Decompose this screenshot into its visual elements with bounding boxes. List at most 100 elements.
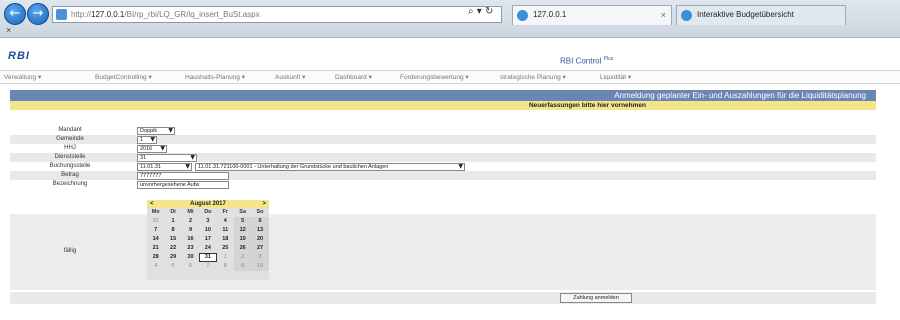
calendar-day[interactable]: 1 xyxy=(217,253,234,262)
calendar-day[interactable]: 2 xyxy=(182,217,199,226)
calendar-day[interactable]: 3 xyxy=(251,253,269,262)
url-path: /BI/rp_rbi/LQ_GR/lq_insert_BuSt.aspx xyxy=(124,10,260,19)
url-prefix: http:// xyxy=(71,10,92,19)
calendar-day[interactable]: 13 xyxy=(251,226,269,235)
calendar-prev-button[interactable]: < xyxy=(150,200,154,208)
weekday-so: So xyxy=(256,209,264,215)
calendar-day[interactable]: 23 xyxy=(182,244,199,253)
main-menu: Verwaltung ▾ BudgetControlling ▾ Haushal… xyxy=(0,70,900,84)
address-bar[interactable]: http://127.0.0.1/BI/rp_rbi/LQ_GR/lq_inse… xyxy=(52,6,502,23)
chevron-down-icon: ▼ xyxy=(150,136,155,143)
calendar-day[interactable]: 4 xyxy=(147,262,164,271)
calendar-day[interactable]: 5 xyxy=(233,217,252,226)
app-header: RBI RBI Control Plus xyxy=(0,38,900,70)
page-title: Anmeldung geplanter Ein- und Auszahlunge… xyxy=(10,90,876,101)
rbi-logo: RBI xyxy=(8,50,30,62)
url-host: 127.0.0.1 xyxy=(91,10,125,19)
menu-dashboard[interactable]: Dashboard ▾ xyxy=(335,73,372,81)
calendar-day[interactable]: 10 xyxy=(251,262,269,271)
dienststelle-value: 31 xyxy=(140,155,147,161)
calendar-day[interactable]: 29 xyxy=(164,253,181,262)
calendar-month: August 2017 xyxy=(190,201,226,207)
row-bezeichnung: Bezeichnung unvorhergesehene Aufw xyxy=(10,180,876,189)
forward-arrow-icon[interactable]: → xyxy=(27,3,49,25)
weekday-mi: Mi xyxy=(187,209,194,215)
calendar-day[interactable]: 27 xyxy=(251,244,269,253)
menu-forderungsbewertung[interactable]: Forderungsbewertung ▾ xyxy=(400,73,469,81)
calendar-day[interactable]: 11 xyxy=(217,226,234,235)
calendar-next-button[interactable]: > xyxy=(262,200,266,208)
calendar-header: < August 2017 > xyxy=(147,200,269,208)
calendar-day[interactable]: 16 xyxy=(182,235,199,244)
weekday-do: Do xyxy=(204,209,212,215)
menu-strategische-planung[interactable]: strategische Planung ▾ xyxy=(500,73,566,81)
calendar-day[interactable]: 6 xyxy=(182,262,199,271)
row-dienststelle: Dienststelle 31 ▼ xyxy=(10,153,876,162)
calendar-day[interactable]: 24 xyxy=(199,244,216,253)
ie-icon xyxy=(517,10,528,21)
calendar-day[interactable]: 30 xyxy=(182,253,199,262)
calendar-day[interactable]: 31 xyxy=(147,217,164,226)
date-picker: < August 2017 > Mo Di Mi Do Fr Sa So 31 1… xyxy=(147,200,269,280)
calendar-day[interactable]: 5 xyxy=(164,262,181,271)
hhj-select[interactable]: 2016 ▼ xyxy=(137,145,167,153)
tab-close-icon[interactable]: × xyxy=(661,6,666,24)
calendar-day[interactable]: 2 xyxy=(233,253,252,262)
calendar-day[interactable]: 10 xyxy=(199,226,216,235)
betrag-label: Betrag xyxy=(61,172,79,178)
gemeinde-select[interactable]: 1 ▼ xyxy=(137,136,157,144)
row-faellig: fällig xyxy=(10,214,876,290)
calendar-day[interactable]: 18 xyxy=(217,235,234,244)
calendar-day[interactable]: 9 xyxy=(233,262,252,271)
tab-localhost[interactable]: 127.0.0.1 × xyxy=(512,5,672,25)
calendar-day[interactable]: 17 xyxy=(199,235,216,244)
calendar-day[interactable]: 20 xyxy=(251,235,269,244)
calendar-day[interactable]: 8 xyxy=(164,226,181,235)
hhj-value: 2016 xyxy=(140,146,153,152)
calendar-day[interactable]: 3 xyxy=(199,217,216,226)
row-submit: Zahlung anmelden xyxy=(10,292,876,304)
calendar-day[interactable]: 15 xyxy=(164,235,181,244)
mandant-value: Doppik xyxy=(140,128,158,134)
calendar-day[interactable]: 21 xyxy=(147,244,164,253)
calendar-day-selected[interactable]: 31 xyxy=(199,253,217,262)
back-arrow-icon[interactable]: ← xyxy=(4,3,26,25)
calendar-day[interactable]: 26 xyxy=(233,244,252,253)
calendar-day[interactable]: 19 xyxy=(233,235,252,244)
browser-chrome: ← → http://127.0.0.1/BI/rp_rbi/LQ_GR/lq_… xyxy=(0,0,900,38)
menu-auskunft[interactable]: Auskunft ▾ xyxy=(275,73,305,81)
calendar-day[interactable]: 4 xyxy=(217,217,234,226)
menu-liquiditaet[interactable]: Liquidität ▾ xyxy=(600,73,631,81)
buchungsstelle-value: 11.01.31 xyxy=(140,164,162,170)
menu-verwaltung[interactable]: Verwaltung ▾ xyxy=(4,73,41,81)
calendar-day[interactable]: 28 xyxy=(147,253,164,262)
hhj-label: HHJ xyxy=(64,145,76,151)
calendar-day[interactable]: 6 xyxy=(251,217,269,226)
search-refresh-icons[interactable]: ⌕ ▾ ↻ xyxy=(468,6,493,17)
betrag-input[interactable]: 7777777 xyxy=(137,172,229,180)
calendar-day[interactable]: 14 xyxy=(147,235,164,244)
calendar-day[interactable]: 1 xyxy=(164,217,181,226)
calendar-day[interactable]: 22 xyxy=(164,244,181,253)
zahlung-anmelden-button[interactable]: Zahlung anmelden xyxy=(560,293,632,303)
calendar-day[interactable]: 12 xyxy=(233,226,252,235)
app-title: RBI Control Plus xyxy=(560,56,613,66)
calendar-day[interactable]: 9 xyxy=(182,226,199,235)
calendar-grid: Mo Di Mi Do Fr Sa So 31 1 2 3 4 5 6 7 8 9 10 11 12 13… xyxy=(147,208,269,271)
dienststelle-select[interactable]: 31 ▼ xyxy=(137,154,197,162)
chevron-down-icon: ▼ xyxy=(168,127,173,134)
calendar-day[interactable]: 7 xyxy=(147,226,164,235)
calendar-day[interactable]: 25 xyxy=(217,244,234,253)
tab-budget-uebersicht[interactable]: Interaktive Budgetübersicht xyxy=(676,5,846,25)
buchungsstelle-detail-select[interactable]: 11.01.31.721100-0001 - Unterhaltung der … xyxy=(195,163,465,171)
close-icon[interactable]: × xyxy=(6,25,11,35)
menu-budgetcontrolling[interactable]: BudgetControlling ▾ xyxy=(95,73,152,81)
gemeinde-value: 1 xyxy=(140,137,144,143)
calendar-day[interactable]: 7 xyxy=(199,262,216,271)
menu-haushalts-planung[interactable]: Haushalts-Planung ▾ xyxy=(185,73,245,81)
row-mandant: Mandant Doppik ▼ xyxy=(10,126,876,135)
bezeichnung-input[interactable]: unvorhergesehene Aufw xyxy=(137,181,229,189)
mandant-select[interactable]: Doppik ▼ xyxy=(137,127,175,135)
buchungsstelle-select[interactable]: 11.01.31 ▼ xyxy=(137,163,192,171)
calendar-day[interactable]: 8 xyxy=(217,262,234,271)
